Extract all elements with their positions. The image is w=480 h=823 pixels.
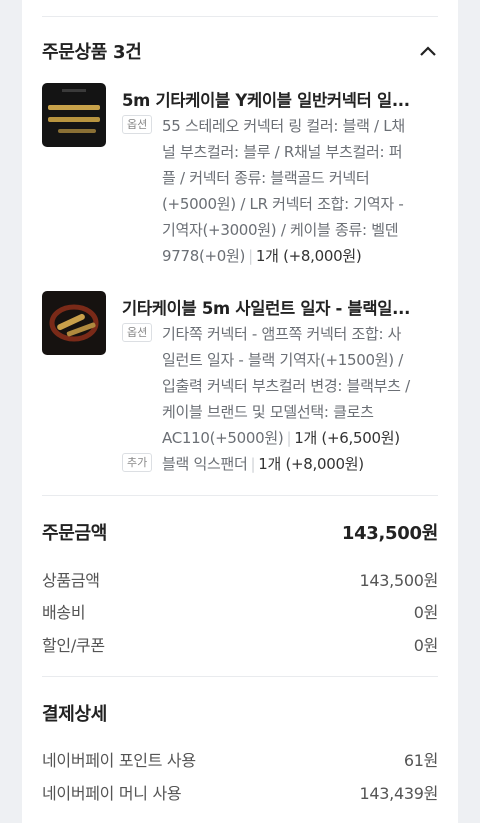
- amount-value: 0원: [413, 603, 439, 622]
- order-amount-title: 주문금액: [42, 523, 108, 544]
- top-divider: [42, 16, 438, 17]
- section-divider: [42, 676, 438, 677]
- option-line: 기역자(+3000원) / 케이블 종류: 벨덴: [162, 221, 399, 239]
- addon-text: 블랙 익스팬더: [162, 455, 248, 473]
- amount-label: 상품금액: [42, 571, 100, 590]
- amount-value: 0원: [413, 636, 439, 655]
- option-line: (+5000원) / LR 커넥터 조합: 기역자 -: [162, 195, 404, 213]
- quantity-separator: |: [248, 247, 253, 265]
- addon-text-row: 블랙 익스팬더 | 1개 (+8,000원): [162, 451, 438, 477]
- option-line: 9778(+0원): [162, 247, 246, 265]
- option-line: 기타쪽 커넥터 - 앰프쪽 커넥터 조합: 사: [162, 325, 402, 343]
- option-line: 55 스테레오 커넥터 링 컬러: 블랙 / L채: [162, 117, 405, 135]
- addon-quantity: 1개 (+8,000원): [258, 455, 364, 473]
- option-line-last: 9778(+0원) | 1개 (+8,000원): [162, 243, 438, 269]
- option-badge: 옵션: [122, 115, 153, 134]
- quantity-separator: |: [286, 429, 292, 447]
- product-option: 옵션 기타쪽 커넥터 - 앰프쪽 커넥터 조합: 사 일런트 일자 - 블랙 기…: [122, 321, 438, 451]
- payment-row-point: 네이버페이 포인트 사용 61원: [42, 747, 438, 771]
- option-line: 입출력 커넥터 부츠컬러 변경: 블랙부츠 /: [162, 377, 410, 395]
- amount-row-discount: 할인/쿠폰 0원: [42, 632, 438, 656]
- product-thumbnail: [42, 291, 106, 355]
- option-text: 55 스테레오 커넥터 링 컬러: 블랙 / L채 널 부츠컬러: 블루 / R…: [162, 113, 438, 269]
- order-amount-total: 143,500원: [341, 523, 438, 544]
- product-item[interactable]: 기타케이블 5m 사일런트 일자 - 블랙일... 옵션 기타쪽 커넥터 - 앰…: [42, 291, 438, 481]
- amount-label: 배송비: [42, 603, 86, 622]
- chevron-up-icon[interactable]: [418, 41, 438, 61]
- addon-badge: 추가: [122, 453, 153, 472]
- order-detail-card: 주문상품 3건 5m 기타케이블 Y케이블 일반커넥터 일... 옵션 55 스…: [22, 0, 458, 823]
- amount-row-product: 상품금액 143,500원: [42, 567, 438, 591]
- order-amount-total-row: 주문금액 143,500원: [42, 519, 438, 545]
- order-items-title: 주문상품 3건: [42, 42, 142, 63]
- product-item[interactable]: 5m 기타케이블 Y케이블 일반커넥터 일... 옵션 55 스테레오 커넥터 …: [42, 83, 438, 268]
- product-name[interactable]: 5m 기타케이블 Y케이블 일반커넥터 일...: [122, 87, 428, 111]
- payment-value: 61원: [403, 751, 438, 770]
- quantity-text: 1개 (+8,000원): [255, 247, 362, 265]
- payment-row-money: 네이버페이 머니 사용 143,439원: [42, 780, 438, 804]
- order-items-header[interactable]: 주문상품 3건: [42, 36, 438, 66]
- option-line: 널 부츠컬러: 블루 / R채널 부츠컬러: 퍼: [162, 143, 403, 161]
- amount-label: 할인/쿠폰: [42, 636, 105, 655]
- payment-label: 네이버페이 머니 사용: [42, 784, 182, 803]
- option-line: 플 / 커넥터 종류: 블랙골드 커넥터: [162, 169, 370, 187]
- option-line: 일런트 일자 - 블랙 기역자(+1500원) /: [162, 351, 404, 369]
- product-thumbnail: [42, 83, 106, 147]
- payment-value: 143,439원: [359, 784, 439, 803]
- product-option: 옵션 55 스테레오 커넥터 링 컬러: 블랙 / L채 널 부츠컬러: 블루 …: [122, 113, 438, 273]
- quantity-separator: |: [250, 455, 256, 473]
- product-name[interactable]: 기타케이블 5m 사일런트 일자 - 블랙일...: [122, 295, 428, 319]
- payment-detail-title: 결제상세: [42, 704, 108, 725]
- payment-label: 네이버페이 포인트 사용: [42, 751, 196, 770]
- option-line: 케이블 브랜드 및 모델선택: 클로츠: [162, 403, 374, 421]
- option-line: AC110(+5000원): [162, 429, 284, 447]
- option-text: 기타쪽 커넥터 - 앰프쪽 커넥터 조합: 사 일런트 일자 - 블랙 기역자(…: [162, 321, 438, 451]
- section-divider: [42, 495, 438, 496]
- amount-value: 143,500원: [359, 571, 439, 590]
- option-badge: 옵션: [122, 323, 153, 342]
- quantity-text: 1개 (+6,500원): [294, 429, 400, 447]
- amount-row-shipping: 배송비 0원: [42, 599, 438, 623]
- option-line-last: AC110(+5000원) | 1개 (+6,500원): [162, 425, 438, 451]
- addon-option: 추가 블랙 익스팬더 | 1개 (+8,000원): [122, 451, 438, 479]
